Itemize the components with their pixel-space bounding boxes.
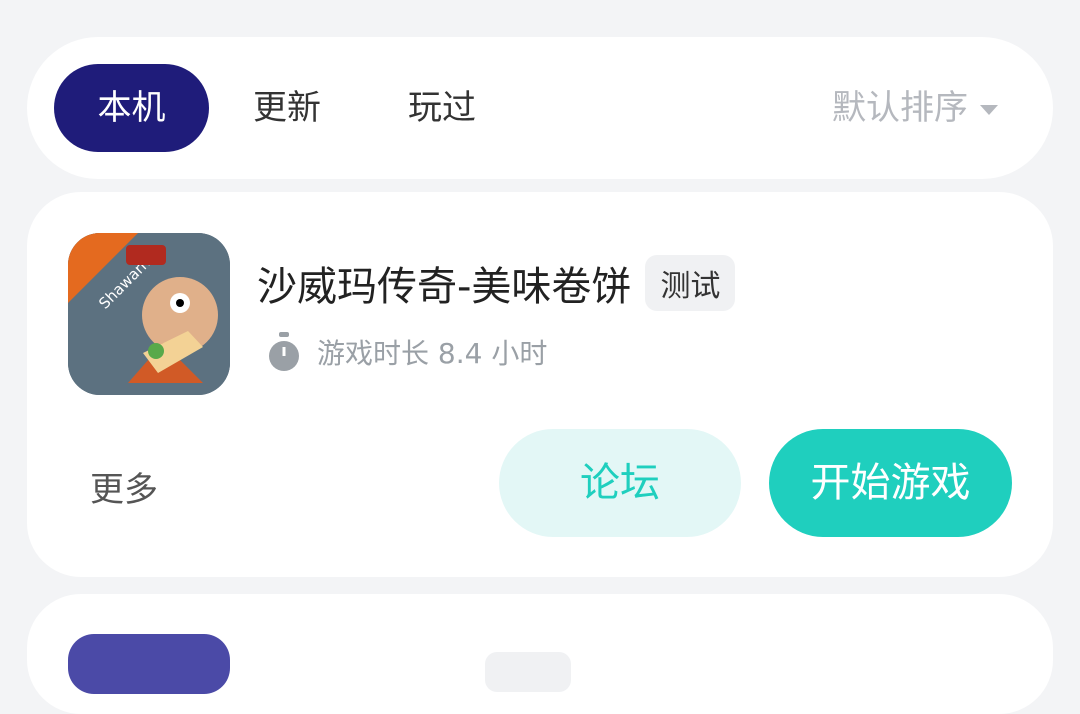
game-icon[interactable]: Shawarma [68, 233, 230, 395]
game-title: 沙威玛传奇-美味卷饼 [257, 264, 632, 310]
more-button[interactable]: 更多 [90, 462, 158, 511]
playtime-text: 游戏时长 8.4 小时 [317, 337, 548, 370]
test-badge: 测试 [645, 255, 736, 311]
game-card-partial [27, 594, 1053, 714]
caret-down-icon [980, 105, 998, 115]
badge-partial [485, 652, 571, 692]
filter-tabs-bar: 本机 更新 玩过 默认排序 [27, 37, 1053, 179]
sort-dropdown[interactable]: 默认排序 [832, 64, 998, 152]
forum-button[interactable]: 论坛 [499, 429, 741, 537]
tab-played[interactable]: 玩过 [387, 64, 497, 152]
game-icon-partial[interactable] [68, 634, 230, 694]
sort-label: 默认排序 [832, 88, 968, 128]
stopwatch-icon [269, 332, 299, 371]
start-game-button[interactable]: 开始游戏 [769, 429, 1012, 537]
tab-updates[interactable]: 更新 [232, 64, 342, 152]
game-card: Shawarma 沙威玛传奇-美味卷饼 测试 游戏时长 8.4 小时 更多 论坛… [27, 192, 1053, 577]
tab-local[interactable]: 本机 [54, 64, 209, 152]
game-title-row[interactable]: 沙威玛传奇-美味卷饼 测试 [257, 254, 736, 312]
playtime-row: 游戏时长 8.4 小时 [265, 332, 547, 372]
